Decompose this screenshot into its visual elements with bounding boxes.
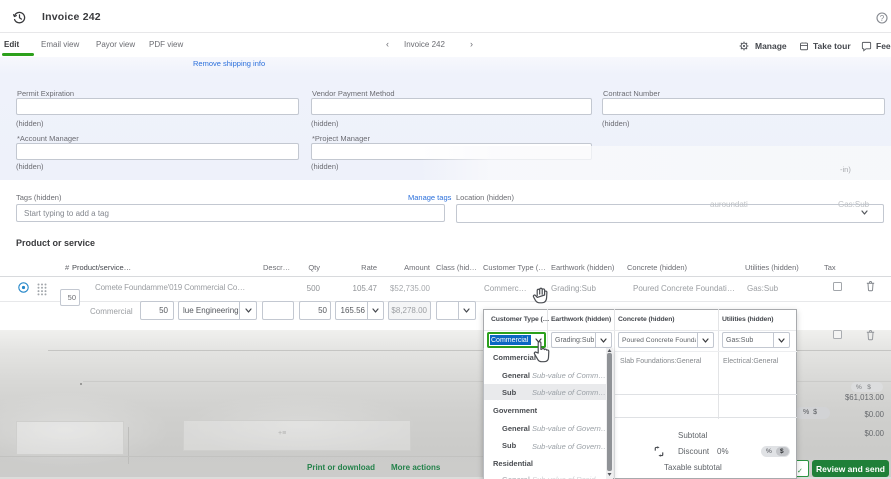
- svg-text:?: ?: [880, 14, 885, 23]
